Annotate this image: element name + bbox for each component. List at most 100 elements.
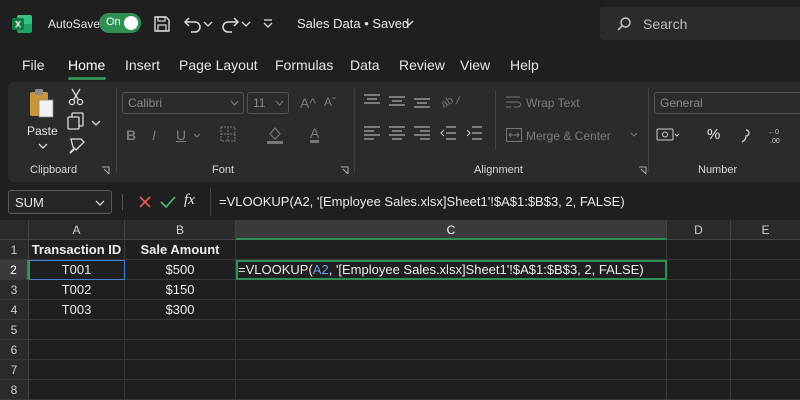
tab-page-layout[interactable]: Page Layout <box>179 57 258 73</box>
cell-c1[interactable] <box>236 240 667 260</box>
cell-a2[interactable]: T001 <box>29 260 125 280</box>
chevron-down-icon[interactable] <box>403 18 415 28</box>
merge-dropdown-icon[interactable] <box>630 132 638 138</box>
cell-a5[interactable] <box>29 320 125 340</box>
tab-view[interactable]: View <box>460 57 490 73</box>
underline-button[interactable]: U <box>176 127 186 143</box>
cell-b4[interactable]: $300 <box>125 300 236 320</box>
row-header-3[interactable]: 3 <box>0 280 29 300</box>
cell-e5[interactable] <box>731 320 800 340</box>
cell-d5[interactable] <box>667 320 731 340</box>
clipboard-launcher-icon[interactable] <box>101 166 110 175</box>
cell-b1[interactable]: Sale Amount <box>125 240 236 260</box>
save-icon[interactable] <box>152 14 172 34</box>
cell-c8[interactable] <box>236 380 667 400</box>
column-header-c[interactable]: C <box>236 220 667 240</box>
alignment-launcher-icon[interactable] <box>638 166 647 175</box>
undo-icon[interactable] <box>183 14 203 34</box>
copy-dropdown-icon[interactable] <box>91 119 101 127</box>
cell-d3[interactable] <box>667 280 731 300</box>
cell-e2[interactable] <box>731 260 800 280</box>
tab-insert[interactable]: Insert <box>125 57 160 73</box>
formula-input[interactable]: =VLOOKUP(A2, '[Employee Sales.xlsx]Sheet… <box>210 188 800 216</box>
row-header-8[interactable]: 8 <box>0 380 29 400</box>
font-size-dropdown[interactable]: 11 <box>247 92 289 114</box>
paste-icon[interactable] <box>26 88 56 120</box>
number-format-dropdown[interactable]: General <box>654 92 800 114</box>
tab-formulas[interactable]: Formulas <box>275 57 333 73</box>
cut-icon[interactable] <box>68 88 84 106</box>
cell-d8[interactable] <box>667 380 731 400</box>
increase-font-icon[interactable]: A^ <box>300 95 316 111</box>
column-header-a[interactable]: A <box>29 220 125 240</box>
search-box[interactable]: Search <box>600 7 800 40</box>
cell-d7[interactable] <box>667 360 731 380</box>
column-header-e[interactable]: E <box>731 220 800 240</box>
cell-b2[interactable]: $500 <box>125 260 236 280</box>
cell-e3[interactable] <box>731 280 800 300</box>
cell-d2[interactable] <box>667 260 731 280</box>
cell-d4[interactable] <box>667 300 731 320</box>
cancel-icon[interactable] <box>138 195 152 209</box>
paste-label[interactable]: Paste <box>27 124 58 138</box>
column-header-d[interactable]: D <box>667 220 731 240</box>
cell-a8[interactable] <box>29 380 125 400</box>
customize-toolbar-icon[interactable] <box>262 18 274 30</box>
cell-c4[interactable] <box>236 300 667 320</box>
name-box[interactable]: SUM <box>8 190 112 214</box>
cell-c3[interactable] <box>236 280 667 300</box>
cell-d1[interactable] <box>667 240 731 260</box>
cell-c6[interactable] <box>236 340 667 360</box>
cell-a6[interactable] <box>29 340 125 360</box>
redo-dropdown-icon[interactable] <box>241 20 251 28</box>
row-header-6[interactable]: 6 <box>0 340 29 360</box>
borders-icon[interactable] <box>220 126 236 142</box>
merge-center-icon[interactable] <box>506 128 522 142</box>
comma-style-icon[interactable] <box>739 126 753 144</box>
wrap-text-icon[interactable] <box>506 95 522 109</box>
cell-a3[interactable]: T002 <box>29 280 125 300</box>
cell-b5[interactable] <box>125 320 236 340</box>
percent-button[interactable]: % <box>707 126 720 143</box>
select-all-button[interactable] <box>0 220 29 240</box>
format-painter-icon[interactable] <box>68 137 86 155</box>
row-header-2[interactable]: 2 <box>0 260 29 280</box>
font-launcher-icon[interactable] <box>340 166 349 175</box>
cell-a4[interactable]: T003 <box>29 300 125 320</box>
document-title[interactable]: Sales Data • Saved <box>297 16 409 31</box>
row-header-5[interactable]: 5 <box>0 320 29 340</box>
tab-file[interactable]: File <box>22 57 45 73</box>
italic-button[interactable]: I <box>152 127 156 143</box>
decrease-indent-icon[interactable] <box>440 126 456 140</box>
paste-dropdown-icon[interactable] <box>38 142 48 150</box>
fill-color-icon[interactable] <box>266 126 284 144</box>
cell-e4[interactable] <box>731 300 800 320</box>
cell-c7[interactable] <box>236 360 667 380</box>
cell-e6[interactable] <box>731 340 800 360</box>
merge-center-label[interactable]: Merge & Center <box>526 129 611 143</box>
row-header-7[interactable]: 7 <box>0 360 29 380</box>
tab-home[interactable]: Home <box>68 57 105 73</box>
font-name-dropdown[interactable]: Calibri <box>122 92 244 114</box>
undo-dropdown-icon[interactable] <box>203 20 213 28</box>
wrap-text-label[interactable]: Wrap Text <box>526 96 580 110</box>
column-header-b[interactable]: B <box>125 220 236 240</box>
cell-b7[interactable] <box>125 360 236 380</box>
font-color-icon[interactable]: A <box>310 126 320 143</box>
cell-e7[interactable] <box>731 360 800 380</box>
decrease-font-icon[interactable]: Aˇ <box>324 95 336 109</box>
cell-a1[interactable]: Transaction ID <box>29 240 125 260</box>
row-header-1[interactable]: 1 <box>0 240 29 260</box>
underline-dropdown-icon[interactable] <box>193 133 201 139</box>
align-left-icon[interactable] <box>364 126 380 140</box>
copy-icon[interactable] <box>67 112 85 130</box>
bold-button[interactable]: B <box>126 127 136 143</box>
align-center-icon[interactable] <box>389 126 405 140</box>
tab-data[interactable]: Data <box>350 57 380 73</box>
cell-b8[interactable] <box>125 380 236 400</box>
tab-help[interactable]: Help <box>510 57 539 73</box>
cell-c5[interactable] <box>236 320 667 340</box>
currency-icon[interactable] <box>656 126 680 144</box>
insert-function-button[interactable]: fx <box>184 192 195 209</box>
cell-d6[interactable] <box>667 340 731 360</box>
